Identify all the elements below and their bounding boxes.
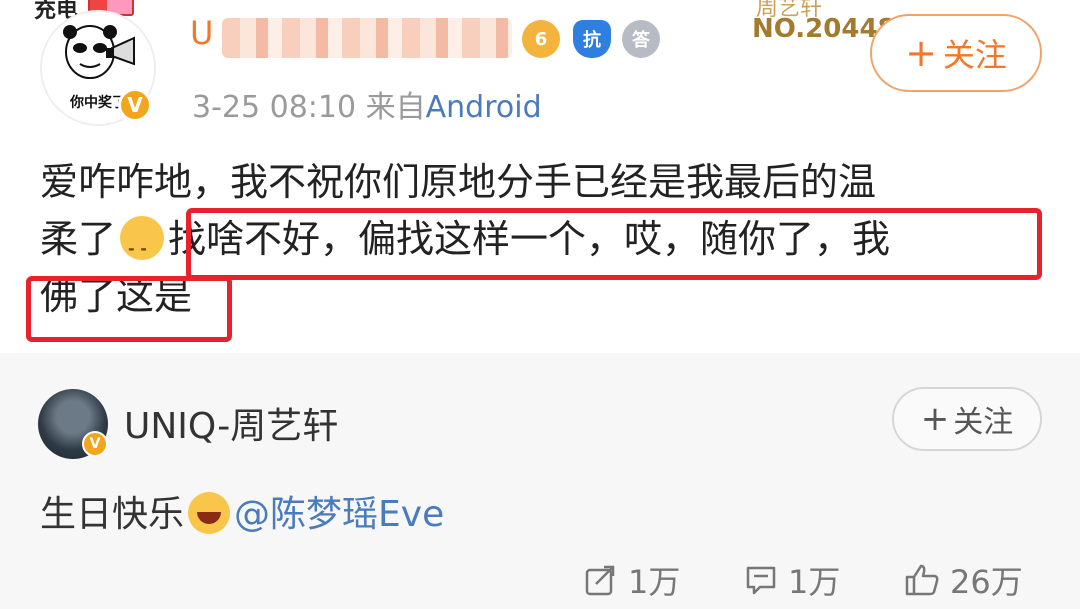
repost-verified-icon: V [82,431,108,457]
thumbs-up-icon [905,564,939,596]
post-source-link[interactable]: Android [426,90,542,125]
repost-follow-button[interactable]: + 关注 [892,387,1042,451]
plus-icon: + [920,399,950,439]
repost-author-name[interactable]: UNIQ-周艺轩 [124,397,338,449]
highlight-box-2 [26,276,232,342]
follow-label: 关注 [942,36,1007,74]
repost-follow-label: 关注 [953,405,1014,440]
laugh-emoji-icon [188,492,231,534]
source-prefix: 来自 [365,90,426,125]
username-blurred[interactable] [222,18,512,58]
share-action[interactable]: 1万 [584,557,680,603]
highlight-box-1 [186,208,1042,280]
smirk-emoji-icon [120,216,165,277]
mention-link[interactable]: @陈梦瑶Eve [234,494,444,535]
like-count: 26万 [950,563,1023,601]
medal-icon[interactable]: 答 [622,20,660,58]
kang-badge-icon[interactable]: 抗 [573,20,611,58]
post-text-line2a: 柔了 [40,217,117,261]
plus-icon: + [905,31,937,75]
crown-icon[interactable]: 6 [522,20,560,58]
comment-action[interactable]: 1万 [744,557,840,603]
post-text-line1: 爱咋咋地，我不祝你们原地分手已经是我最后的温 [40,160,877,204]
repost-text-body: 生日快乐 [40,494,185,535]
comment-icon [746,566,776,595]
post-meta: 3-25 08:10 来自Android [192,82,542,126]
repost-text: 生日快乐 @陈梦瑶Eve [40,485,444,537]
share-count: 1万 [628,563,681,601]
post-time: 3-25 08:10 [192,90,357,125]
comment-count: 1万 [788,563,841,601]
reposted-content[interactable]: V UNIQ-周艺轩 + 关注 生日快乐 @陈梦瑶Eve 1万 1万 26万 [0,353,1080,609]
like-action[interactable]: 26万 [904,557,1023,603]
verified-badge-icon: V [118,88,152,122]
share-icon [585,565,615,596]
follow-button[interactable]: + 关注 [870,14,1042,92]
username[interactable]: U [190,14,213,52]
